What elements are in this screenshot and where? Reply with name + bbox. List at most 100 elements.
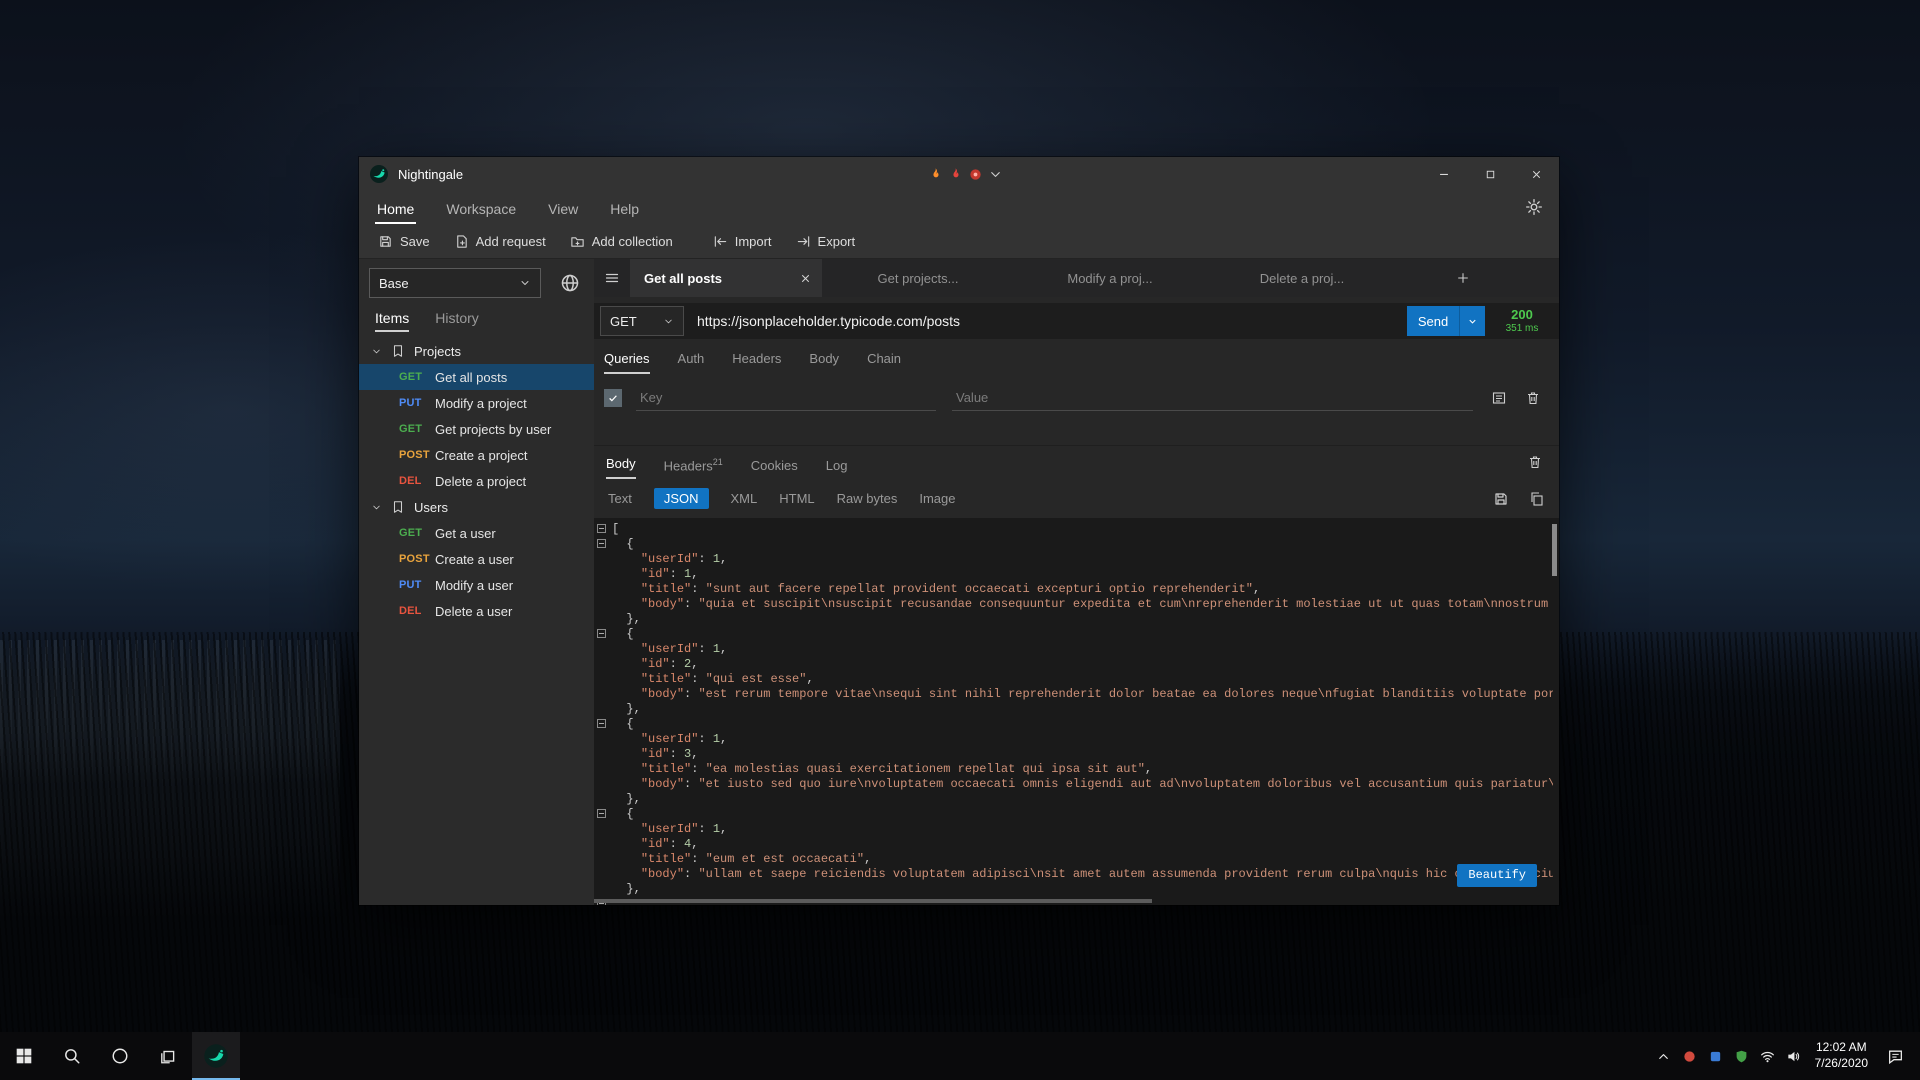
toolbar-label: Export: [817, 233, 856, 249]
environment-globe-icon[interactable]: [560, 273, 580, 293]
tree-request-modify-a-project[interactable]: PUT Modify a project: [359, 390, 594, 416]
tree-request-get-a-user[interactable]: GET Get a user: [359, 520, 594, 546]
toolbar-add-request-button[interactable]: Add request: [445, 229, 555, 254]
status-code: 200: [1511, 306, 1533, 322]
response-tab-log[interactable]: Log: [826, 458, 848, 479]
tree-request-delete-a-project[interactable]: DEL Delete a project: [359, 468, 594, 494]
sidebar-tab-items[interactable]: Items: [375, 310, 410, 332]
tray-tray-red-button[interactable]: [1677, 1032, 1703, 1080]
bulk-edit-icon[interactable]: [1491, 390, 1507, 406]
format-tab-xml[interactable]: XML: [731, 491, 758, 506]
tab-modify-a-proj[interactable]: Modify a proj...: [1014, 259, 1206, 297]
request-method: GET: [399, 423, 423, 435]
response-tab-body[interactable]: Body: [606, 456, 636, 479]
chevron-down-icon[interactable]: [988, 167, 1003, 182]
taskbar-start-button[interactable]: [0, 1032, 48, 1080]
format-tab-html[interactable]: HTML: [779, 491, 814, 506]
new-tab-button[interactable]: [1444, 259, 1482, 297]
tray-network-button[interactable]: [1755, 1032, 1781, 1080]
tray-tray-blue-button[interactable]: [1703, 1032, 1729, 1080]
code-line: "body": "est rerum tempore vitae\nsequi …: [640, 687, 1553, 701]
action-center-icon: [1887, 1048, 1904, 1065]
format-tab-image[interactable]: Image: [919, 491, 955, 506]
query-value-input[interactable]: [952, 385, 1473, 411]
tree-request-get-projects-by-user[interactable]: GET Get projects by user: [359, 416, 594, 442]
method-select[interactable]: GET: [600, 306, 684, 336]
title-bar[interactable]: Nightingale: [359, 157, 1559, 191]
chevron-down-icon[interactable]: [371, 502, 382, 513]
format-tabs: Text JSON XML HTML Raw bytes Image: [594, 479, 1559, 518]
send-options-button[interactable]: [1459, 306, 1485, 336]
minimize-button[interactable]: [1421, 157, 1467, 191]
maximize-button[interactable]: [1467, 157, 1513, 191]
workspace-selector[interactable]: Base: [369, 268, 541, 298]
taskbar-nightingale-button[interactable]: [192, 1032, 240, 1080]
cortana-icon: [111, 1047, 129, 1065]
tree-request-create-a-user[interactable]: POST Create a user: [359, 546, 594, 572]
tree-group-projects[interactable]: Projects: [359, 338, 594, 364]
tree-group-users[interactable]: Users: [359, 494, 594, 520]
fold-toggle-icon[interactable]: [597, 809, 606, 818]
query-enabled-checkbox[interactable]: [604, 389, 622, 407]
request-label: Create a project: [435, 447, 528, 463]
close-button[interactable]: [1513, 157, 1559, 191]
response-tab-cookies[interactable]: Cookies: [751, 458, 798, 479]
chevron-down-icon: [519, 277, 531, 289]
tree-request-modify-a-user[interactable]: PUT Modify a user: [359, 572, 594, 598]
chevron-down-icon[interactable]: [371, 346, 382, 357]
request-tab-chain[interactable]: Chain: [867, 351, 901, 374]
tree-request-delete-a-user[interactable]: DEL Delete a user: [359, 598, 594, 624]
query-key-input[interactable]: [636, 385, 936, 411]
request-tab-queries[interactable]: Queries: [604, 351, 650, 374]
beautify-button[interactable]: Beautify: [1457, 864, 1537, 887]
settings-gear-icon[interactable]: [1525, 198, 1543, 216]
fold-toggle-icon[interactable]: [597, 629, 606, 638]
horizontal-scrollbar[interactable]: [594, 899, 1152, 903]
action-center-button[interactable]: [1876, 1032, 1914, 1080]
request-tab-body[interactable]: Body: [809, 351, 839, 374]
response-tab-headers[interactable]: Headers21: [664, 457, 723, 479]
taskbar-task-view-button[interactable]: [144, 1032, 192, 1080]
taskbar-search-button[interactable]: [48, 1032, 96, 1080]
tab-delete-a-proj[interactable]: Delete a proj...: [1206, 259, 1398, 297]
request-method: PUT: [399, 397, 422, 409]
menu-item-view[interactable]: View: [546, 201, 580, 224]
toolbar-save-button[interactable]: Save: [369, 229, 439, 254]
tree-request-get-all-posts[interactable]: GET Get all posts: [359, 364, 594, 390]
tab-get-projects[interactable]: Get projects...: [822, 259, 1014, 297]
url-input[interactable]: https://jsonplaceholder.typicode.com/pos…: [697, 313, 1407, 329]
tab-menu-button[interactable]: [594, 259, 630, 297]
tab-label: Get projects...: [877, 270, 959, 286]
toolbar-export-button[interactable]: Export: [787, 229, 865, 254]
toolbar-add-collection-button[interactable]: Add collection: [561, 229, 682, 254]
toolbar-import-button[interactable]: Import: [704, 229, 781, 254]
request-tab-auth[interactable]: Auth: [678, 351, 705, 374]
menu-item-workspace[interactable]: Workspace: [444, 201, 518, 224]
sidebar-tab-history[interactable]: History: [435, 310, 479, 332]
request-tab-headers[interactable]: Headers: [732, 351, 781, 374]
tree-request-create-a-project[interactable]: POST Create a project: [359, 442, 594, 468]
clear-response-icon[interactable]: [1527, 454, 1543, 470]
tray-chevron-up-button[interactable]: [1651, 1032, 1677, 1080]
close-icon[interactable]: [799, 272, 812, 285]
tab-get-all-posts[interactable]: Get all posts: [630, 259, 822, 297]
copy-response-icon[interactable]: [1529, 491, 1545, 507]
code-line: "title": "qui est esse",: [640, 672, 814, 686]
save-response-icon[interactable]: [1493, 491, 1509, 507]
taskbar-cortana-button[interactable]: [96, 1032, 144, 1080]
tray-volume-button[interactable]: [1781, 1032, 1807, 1080]
delete-query-icon[interactable]: [1525, 390, 1541, 406]
menu-item-home[interactable]: Home: [375, 201, 417, 224]
fold-toggle-icon[interactable]: [597, 524, 606, 533]
response-body[interactable]: [ { "userId": 1, "id": 1, "title": "sunt…: [594, 518, 1559, 905]
send-button[interactable]: Send: [1407, 306, 1459, 336]
format-tab-raw-bytes[interactable]: Raw bytes: [837, 491, 898, 506]
fold-toggle-icon[interactable]: [597, 719, 606, 728]
menu-item-help[interactable]: Help: [608, 201, 641, 224]
fold-toggle-icon[interactable]: [597, 539, 606, 548]
vertical-scrollbar[interactable]: [1552, 524, 1557, 576]
format-tab-text[interactable]: Text: [608, 491, 632, 506]
tray-shield-button[interactable]: [1729, 1032, 1755, 1080]
taskbar-clock[interactable]: 12:02 AM 7/26/2020: [1815, 1040, 1868, 1071]
format-tab-json[interactable]: JSON: [653, 488, 709, 509]
